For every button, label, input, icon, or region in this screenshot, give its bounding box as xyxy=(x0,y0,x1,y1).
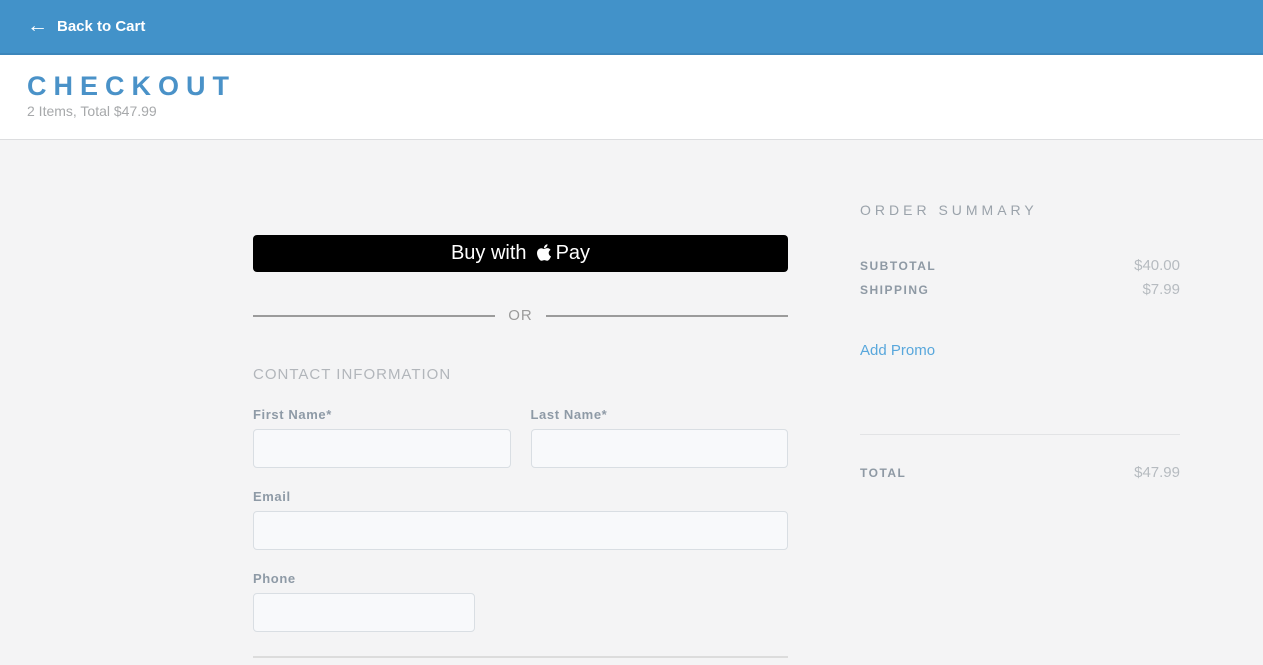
apple-pay-prefix: Buy with xyxy=(450,242,527,264)
first-name-input[interactable] xyxy=(253,429,511,468)
order-summary-column: ORDER SUMMARY SUBTOTAL $40.00 SHIPPING $… xyxy=(860,140,1180,658)
back-to-cart-link[interactable]: ← Back to Cart xyxy=(27,14,146,37)
email-input[interactable] xyxy=(253,511,788,550)
apple-logo-icon xyxy=(536,243,552,262)
phone-field-group: Phone xyxy=(253,571,788,632)
divider-line-left xyxy=(253,314,496,317)
column-gap xyxy=(788,140,860,658)
back-to-cart-label: Back to Cart xyxy=(57,18,146,35)
back-arrow-icon: ← xyxy=(27,14,48,37)
email-label: Email xyxy=(253,489,291,504)
first-name-label: First Name* xyxy=(253,407,332,422)
first-name-field-group: First Name* xyxy=(253,407,511,468)
last-name-label: Last Name* xyxy=(530,407,608,422)
name-fields-row: First Name* Last Name* xyxy=(253,407,788,468)
subtotal-value: $40.00 xyxy=(1134,257,1180,274)
or-divider: OR xyxy=(253,307,788,324)
shipping-label: SHIPPING xyxy=(860,283,930,297)
apple-pay-button[interactable]: Buy with Pay xyxy=(253,235,788,272)
contact-information-heading: CONTACT INFORMATION xyxy=(253,366,452,383)
add-promo-link[interactable]: Add Promo xyxy=(860,342,935,359)
or-label: OR xyxy=(508,307,533,324)
email-field-group: Email xyxy=(253,489,788,550)
subtotal-row: SUBTOTAL $40.00 xyxy=(860,254,1180,278)
divider-line-right xyxy=(545,314,788,317)
phone-input[interactable] xyxy=(253,593,475,632)
shipping-value: $7.99 xyxy=(1142,281,1180,298)
page-header: CHECKOUT 2 Items, Total $47.99 xyxy=(0,55,1263,140)
checkout-form-column: Buy with Pay OR CONTACT INFORMATION Firs… xyxy=(253,140,788,658)
summary-divider xyxy=(860,434,1180,435)
shipping-row: SHIPPING $7.99 xyxy=(860,278,1180,302)
last-name-field-group: Last Name* xyxy=(530,407,788,468)
main-content: Buy with Pay OR CONTACT INFORMATION Firs… xyxy=(0,140,1263,658)
last-name-input[interactable] xyxy=(530,429,788,468)
subtotal-label: SUBTOTAL xyxy=(860,259,937,273)
order-summary-rows: SUBTOTAL $40.00 SHIPPING $7.99 xyxy=(860,254,1180,302)
total-row: TOTAL $47.99 xyxy=(860,461,1180,485)
total-label: TOTAL xyxy=(860,466,907,480)
page-title: CHECKOUT xyxy=(27,71,236,101)
top-bar: ← Back to Cart xyxy=(0,0,1263,55)
form-bottom-divider xyxy=(253,656,788,658)
order-summary-heading: ORDER SUMMARY xyxy=(860,202,1038,218)
phone-label: Phone xyxy=(253,571,296,586)
total-value: $47.99 xyxy=(1134,464,1180,481)
cart-summary-subtitle: 2 Items, Total $47.99 xyxy=(27,102,157,119)
apple-pay-suffix: Pay xyxy=(555,242,591,264)
